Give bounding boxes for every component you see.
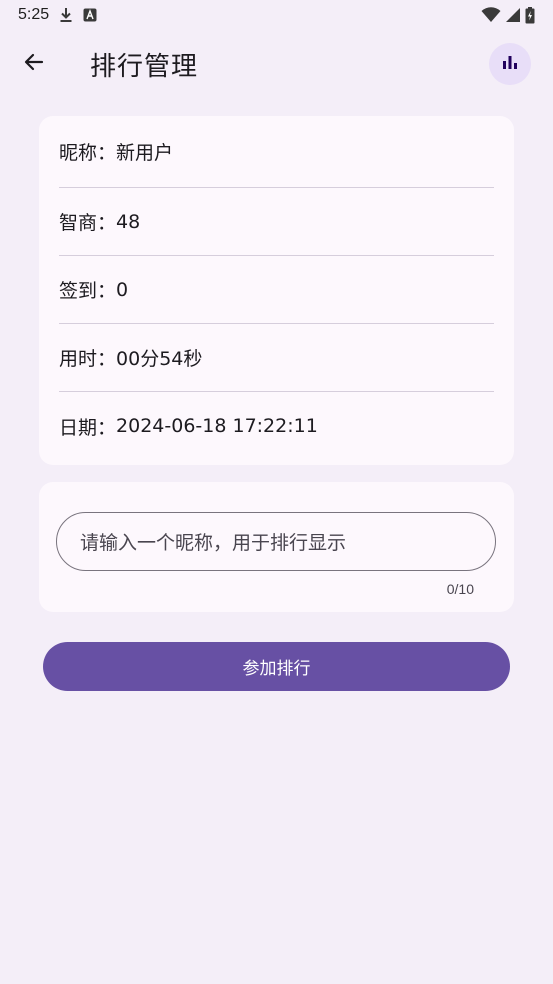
info-row-duration: 用时： 00分54秒 (59, 324, 494, 392)
battery-icon (525, 6, 535, 24)
info-row-checkin: 签到： 0 (59, 256, 494, 324)
app-a-icon (83, 8, 97, 22)
info-label: 日期： (59, 416, 117, 439)
status-time: 5:25 (18, 6, 50, 23)
info-label: 签到： (59, 280, 117, 302)
info-value: 新用户 (116, 142, 174, 164)
app-bar: 排行管理 (0, 36, 553, 92)
info-label: 智商： (59, 212, 117, 234)
nickname-placeholder: 请输入一个昵称，用于排行显示 (80, 532, 347, 554)
info-label: 昵称： (59, 142, 117, 164)
page-title: 排行管理 (90, 52, 199, 82)
status-left: 5:25 (18, 6, 97, 24)
wifi-icon (481, 7, 501, 23)
join-ranking-label: 参加排行 (242, 659, 311, 679)
status-right (481, 6, 535, 24)
signal-icon (505, 7, 521, 23)
character-counter: 0/10 (446, 581, 474, 597)
nickname-input[interactable]: 请输入一个昵称，用于排行显示 (56, 512, 496, 571)
leaderboard-button[interactable] (489, 43, 531, 85)
user-info-card: 昵称： 新用户 智商： 48 签到： 0 用时： 00分54秒 日期： 2024… (39, 116, 514, 465)
info-value: 00分54秒 (116, 348, 203, 370)
info-row-date: 日期： 2024-06-18 17:22:11 (59, 392, 494, 460)
info-value: 2024-06-18 17:22:11 (116, 415, 318, 437)
arrow-left-icon (22, 50, 46, 78)
info-row-nickname: 昵称： 新用户 (59, 116, 494, 188)
status-bar: 5:25 (0, 0, 553, 30)
info-value: 0 (116, 278, 129, 301)
info-value: 48 (116, 210, 141, 233)
download-icon (59, 7, 73, 23)
info-row-iq: 智商： 48 (59, 188, 494, 256)
back-button[interactable] (14, 44, 54, 84)
join-ranking-button[interactable]: 参加排行 (43, 642, 510, 691)
bar-chart-icon (501, 53, 519, 75)
nickname-input-card: 请输入一个昵称，用于排行显示 0/10 (39, 482, 514, 612)
info-label: 用时： (59, 348, 117, 370)
